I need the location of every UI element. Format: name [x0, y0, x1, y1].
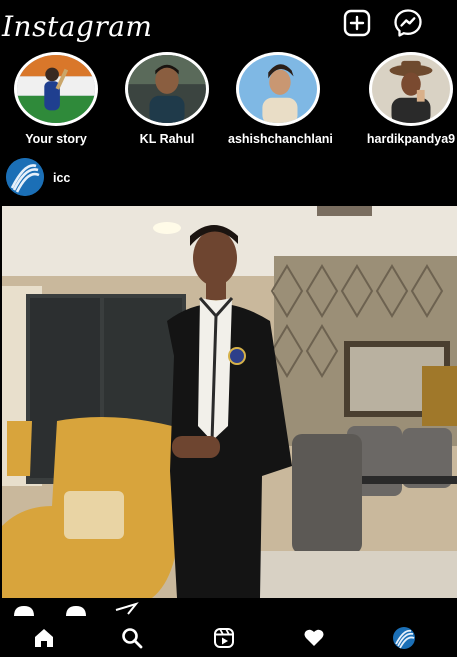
- messenger-button[interactable]: [393, 8, 423, 38]
- plus-square-icon: [343, 9, 371, 37]
- story-ring: [125, 52, 209, 126]
- post-image[interactable]: [2, 206, 457, 598]
- nav-home-button[interactable]: [28, 622, 60, 654]
- story-label: Your story: [25, 132, 87, 146]
- story-ring: [236, 52, 320, 126]
- brand-logo[interactable]: Instagram: [2, 10, 152, 43]
- story-hardikpandya[interactable]: hardikpandya9: [361, 52, 457, 146]
- avatar: [372, 55, 450, 123]
- search-icon: [122, 628, 143, 649]
- post-actions-peek: [0, 598, 457, 616]
- avatar[interactable]: [6, 158, 44, 196]
- nav-profile-button[interactable]: [388, 622, 420, 654]
- story-your-story[interactable]: Your story: [6, 52, 106, 146]
- new-post-button[interactable]: [342, 8, 372, 38]
- nav-reels-button[interactable]: [208, 622, 240, 654]
- story-ring: [14, 52, 98, 126]
- story-label: hardikpandya9: [366, 132, 456, 146]
- avatar: [17, 55, 95, 123]
- messenger-icon: [394, 9, 422, 37]
- avatar: [128, 55, 206, 123]
- top-bar: Instagram: [0, 0, 457, 50]
- story-ashishchanchlani[interactable]: ashishchanchlani: [228, 52, 333, 146]
- story-label: KL Rahul: [139, 132, 195, 146]
- post-username[interactable]: icc: [53, 171, 70, 185]
- post-photo: [2, 206, 457, 598]
- story-label: ashishchanchlani: [228, 132, 333, 146]
- stories-tray: Your story KL Rahul ashishchanchlani har…: [0, 52, 457, 150]
- heart-icon: [304, 629, 324, 646]
- profile-icon: [393, 627, 415, 649]
- story-kl-rahul[interactable]: KL Rahul: [117, 52, 217, 146]
- bottom-navigation: [0, 616, 457, 657]
- post-header: icc: [0, 156, 457, 200]
- nav-activity-button[interactable]: [298, 622, 330, 654]
- nav-search-button[interactable]: [116, 622, 148, 654]
- reels-icon: [214, 628, 234, 648]
- avatar: [239, 55, 317, 123]
- story-ring: [369, 52, 453, 126]
- icc-logo-icon: [6, 158, 44, 196]
- home-icon: [35, 629, 53, 647]
